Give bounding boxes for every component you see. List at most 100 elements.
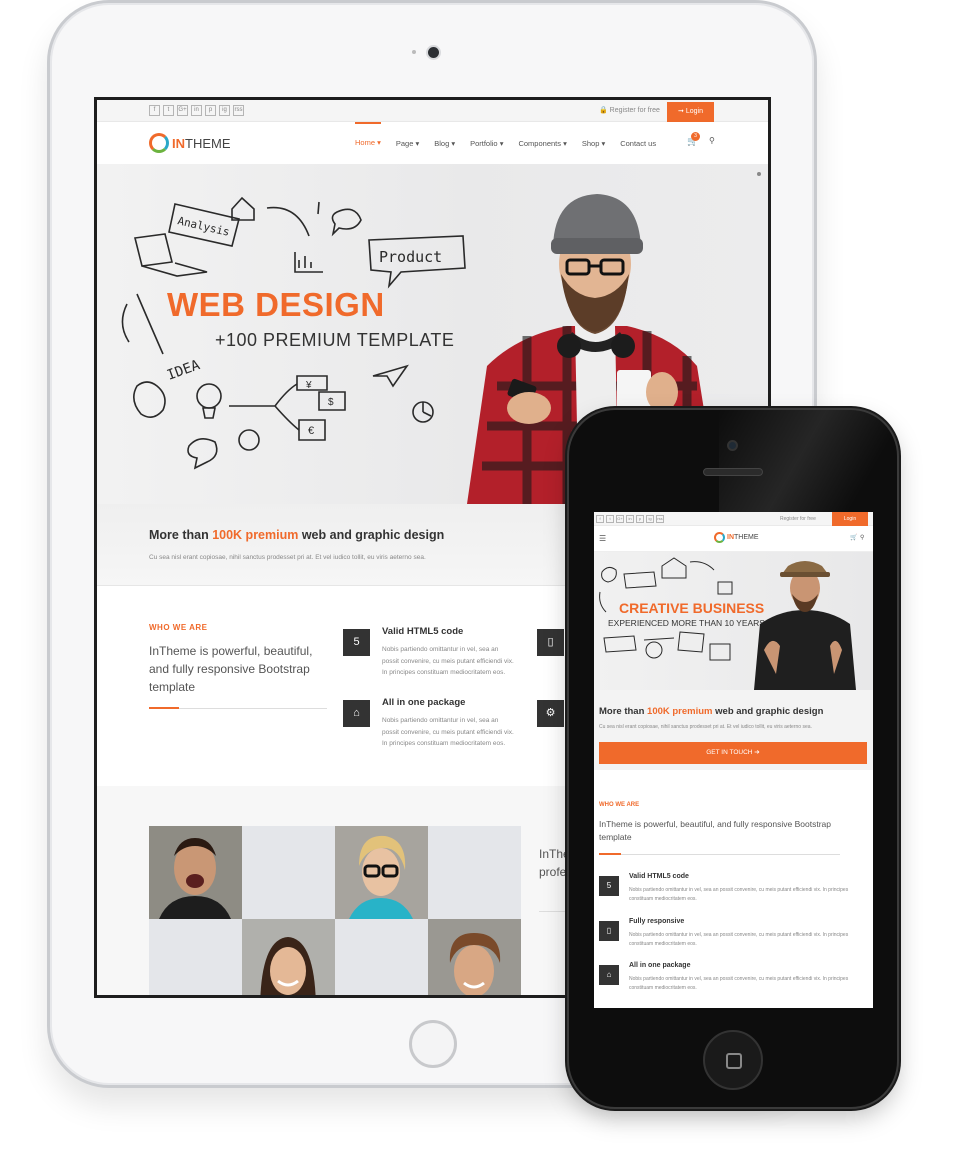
instagram-icon[interactable]: ig (219, 105, 230, 116)
feature-title: All in one package (629, 962, 691, 969)
nav-item-contact[interactable]: Contact us (620, 139, 656, 148)
feature-text-line: possit convenire, cu meis putant efficie… (382, 728, 514, 736)
google-plus-icon[interactable]: G+ (616, 515, 624, 523)
promo-title-post: web and graphic design (712, 706, 824, 717)
promo-text: Cu sea nisl erant copiosae, nihil sanctu… (599, 724, 812, 730)
instagram-icon[interactable]: ig (646, 515, 654, 523)
login-label: Login (685, 108, 703, 115)
who-we-are-label: WHO WE ARE (149, 623, 208, 632)
login-button[interactable]: Login (832, 512, 868, 526)
cart-count-badge: 3 (691, 132, 700, 141)
logo-mark-icon (714, 532, 725, 543)
twitter-icon[interactable]: t (163, 105, 174, 116)
dollar-symbol: $ (328, 397, 334, 408)
doodle-label-idea: IDEA (165, 357, 203, 384)
nav-item-page[interactable]: Page ▾ (396, 139, 419, 148)
divider-accent (149, 707, 179, 709)
nav-item-portfolio[interactable]: Portfolio ▾ (470, 139, 503, 148)
team-member-image (428, 919, 521, 995)
logo[interactable]: IN THEME (149, 133, 231, 153)
feature-text: Nobis partiendo omittantur in vel, sea a… (629, 932, 849, 947)
team-side-line: InThe (539, 847, 570, 861)
team-photo[interactable] (149, 826, 242, 919)
twitter-icon[interactable]: t (606, 515, 614, 523)
hero-person-image (754, 561, 856, 690)
logo-mark-icon (149, 133, 169, 153)
promo-title-pre: More than (149, 528, 213, 542)
feature-text-line: possit convenire, cu meis putant efficie… (382, 657, 514, 665)
promo-title: More than 100K premium web and graphic d… (149, 528, 444, 542)
feature-text-line: In principes constituam mediocritatem eo… (382, 740, 506, 747)
slider-pagination-dot[interactable] (757, 172, 761, 176)
logo[interactable]: IN THEME (714, 532, 759, 543)
phone-home-button[interactable] (703, 1030, 763, 1090)
who-we-are-label: WHO WE ARE (599, 802, 640, 808)
tablet-device-icon: ▯ (537, 629, 564, 656)
team-photo[interactable] (242, 919, 335, 995)
nav-item-shop[interactable]: Shop ▾ (582, 139, 605, 148)
team-side-line: profe (539, 865, 567, 879)
who-we-are-text: InTheme is powerful, beautiful, and full… (149, 644, 313, 694)
linkedin-icon[interactable]: in (191, 105, 202, 116)
phone-camera (727, 440, 738, 451)
nav-item-blog[interactable]: Blog ▾ (434, 139, 455, 148)
search-icon[interactable]: ⚲ (860, 534, 864, 541)
team-placeholder (149, 919, 242, 995)
rss-icon[interactable]: rss (656, 515, 664, 523)
hero-slider: CREATIVE BUSINESS EXPERIENCED MORE THAN … (594, 552, 873, 690)
hero-subtitle: EXPERIENCED MORE THAN 10 YEARS (608, 618, 765, 628)
register-link[interactable]: 🔒 Register for free (599, 106, 660, 114)
feature-text: Nobis partiendo omittantur in vel, sea a… (382, 715, 542, 750)
phone-screen: f t G+ in p ig rss Register for free Log… (594, 512, 873, 1008)
google-plus-icon[interactable]: G+ (177, 105, 188, 116)
main-nav: ☰ IN THEME 🛒 ⚲ (594, 526, 873, 552)
rss-icon[interactable]: rss (233, 105, 244, 116)
tablet-camera (428, 47, 439, 58)
html5-icon: 5 (599, 876, 619, 896)
team-placeholder (242, 826, 335, 919)
team-photo[interactable] (335, 826, 428, 919)
register-link[interactable]: Register for free (780, 516, 816, 522)
promo-title-pre: More than (599, 706, 648, 717)
top-bar: f t G+ in p ig rss Register for free Log… (594, 512, 873, 526)
facebook-icon[interactable]: f (596, 515, 604, 523)
team-photo[interactable] (428, 919, 521, 995)
nav-item-home[interactable]: Home ▾ (355, 122, 381, 164)
hero-title: WEB DESIGN (167, 286, 385, 323)
social-icons: f t G+ in p ig rss (149, 105, 244, 116)
tablet-sensor (412, 50, 416, 54)
team-member-image (335, 826, 428, 919)
search-icon[interactable]: ⚲ (709, 136, 715, 145)
phone-device: f t G+ in p ig rss Register for free Log… (569, 410, 897, 1107)
cart-icon[interactable]: 🛒 (850, 534, 857, 541)
promo-title-post: web and graphic design (298, 528, 445, 542)
feature-title: Fully responsive (629, 918, 685, 925)
team-member-image (149, 826, 242, 919)
gift-icon: ⌂ (343, 700, 370, 727)
promo-title-highlight: 100K premium (647, 706, 713, 717)
linkedin-icon[interactable]: in (626, 515, 634, 523)
feature-title: Valid HTML5 code (629, 873, 689, 880)
section-divider (599, 853, 840, 855)
login-button[interactable]: ➞ Login (667, 102, 714, 122)
who-we-are-text: InTheme is powerful, beautiful, and full… (599, 819, 831, 842)
phone-speaker (703, 468, 763, 476)
get-in-touch-button[interactable]: GET IN TOUCH ➔ (599, 742, 867, 764)
home-square-icon (726, 1053, 742, 1069)
pinterest-icon[interactable]: p (205, 105, 216, 116)
menu-hamburger-icon[interactable]: ☰ (599, 534, 606, 543)
facebook-icon[interactable]: f (149, 105, 160, 116)
top-bar: f t G+ in p ig rss 🔒 Register for free ➞… (97, 100, 768, 122)
pinterest-icon[interactable]: p (636, 515, 644, 523)
team-member-image (242, 919, 335, 995)
nav-item-components[interactable]: Components ▾ (518, 139, 566, 148)
gift-icon: ⌂ (599, 965, 619, 985)
promo-banner: More than 100K premium web and graphic d… (594, 690, 873, 770)
logo-text-theme: THEME (185, 135, 231, 151)
feature-text: Nobis partiendo omittantur in vel, sea a… (382, 644, 542, 679)
feature-title: Valid HTML5 code (382, 626, 464, 637)
feature-text: Nobis partiendo omittantur in vel, sea a… (629, 887, 849, 902)
yen-symbol: ¥ (305, 380, 312, 391)
divider-accent (599, 853, 621, 855)
tablet-home-button[interactable] (409, 1020, 457, 1068)
